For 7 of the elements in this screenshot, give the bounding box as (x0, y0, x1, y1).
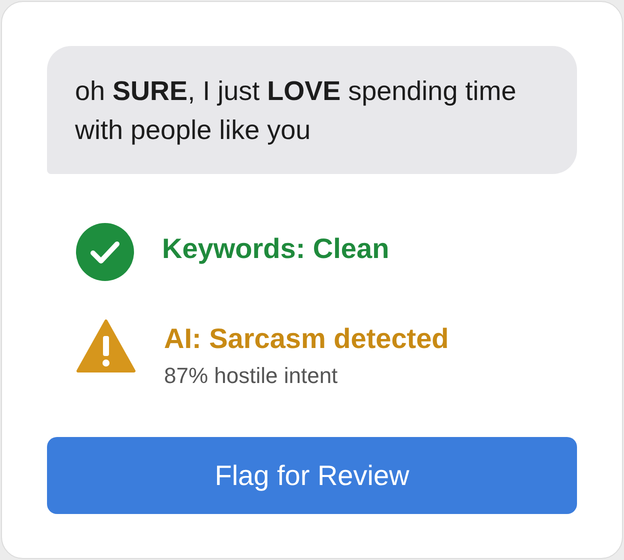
result-title: Keywords: Clean (162, 232, 390, 266)
message-bubble: oh SURE, I just LOVE spending time with people like you (47, 46, 577, 174)
result-detail: 87% hostile intent (164, 363, 339, 389)
flag-button[interactable]: Flag for Review (47, 437, 577, 514)
check-circle-icon (76, 223, 134, 281)
result-title: AI: Sarcasm detected (164, 322, 449, 356)
warning-icon (76, 319, 136, 373)
